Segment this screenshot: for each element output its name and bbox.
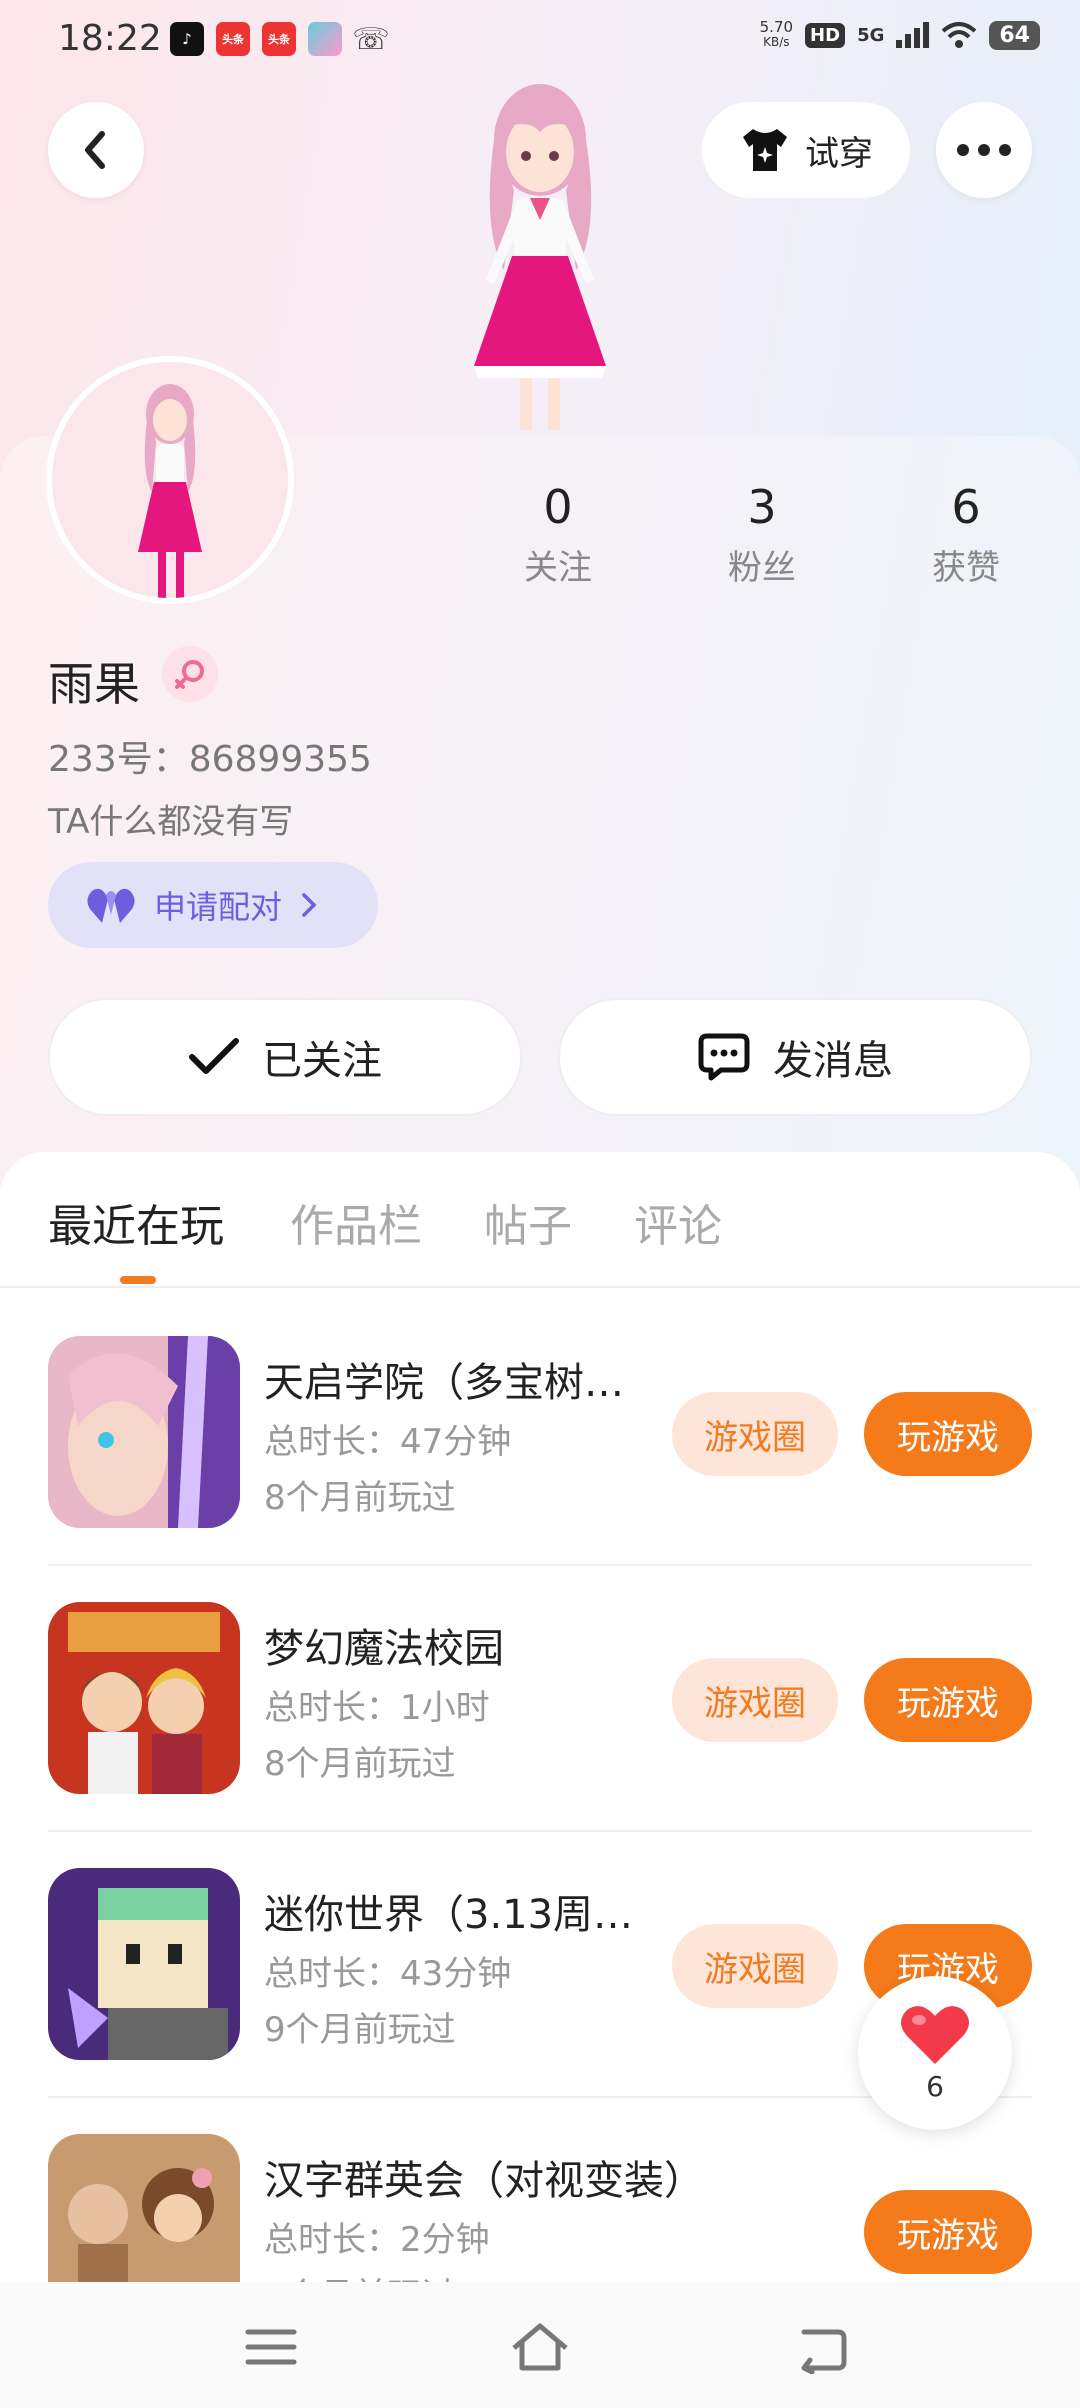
toutiao-icon: 头条 xyxy=(262,22,296,56)
message-button[interactable]: 发消息 xyxy=(558,998,1032,1116)
like-button[interactable]: 6 xyxy=(858,1976,1012,2130)
tab-recent-play[interactable]: 最近在玩 xyxy=(48,1190,224,1254)
more-dots-icon xyxy=(957,144,1011,156)
game-duration: 总时长：1小时 xyxy=(264,1688,490,1728)
game-title: 天启学院（多宝树… xyxy=(264,1360,624,1406)
chevron-left-icon xyxy=(85,131,105,169)
system-nav-bar xyxy=(0,2282,1080,2408)
play-game-button[interactable]: 玩游戏 xyxy=(864,2190,1032,2274)
game-duration: 总时长：43分钟 xyxy=(264,1954,512,1994)
game-last-played: 8个月前玩过 xyxy=(264,1744,456,1784)
stat-fans[interactable]: 3 粉丝 xyxy=(682,480,842,589)
tab-posts[interactable]: 帖子 xyxy=(484,1190,572,1254)
user-name: 雨果 xyxy=(48,657,140,711)
tab-indicator xyxy=(120,1276,156,1284)
net-speed: 5.70 KB/s xyxy=(760,20,793,50)
wifi-icon xyxy=(942,22,977,48)
tryon-label: 试穿 xyxy=(805,133,873,174)
stat-likes[interactable]: 6 获赞 xyxy=(886,480,1046,589)
chevron-right-icon xyxy=(302,893,317,917)
stat-label: 关注 xyxy=(524,548,592,588)
game-circle-button[interactable]: 游戏圈 xyxy=(672,1392,838,1476)
game-circle-button[interactable]: 游戏圈 xyxy=(672,1924,838,2008)
stat-label: 粉丝 xyxy=(728,548,796,588)
game-last-played: 8个月前玩过 xyxy=(264,1478,456,1518)
game-duration: 总时长：47分钟 xyxy=(264,1422,512,1462)
tryon-button[interactable]: 试穿 xyxy=(702,102,910,198)
stat-num: 6 xyxy=(951,480,981,534)
game-icon xyxy=(48,2134,240,2282)
play-game-button[interactable]: 玩游戏 xyxy=(864,1658,1032,1742)
list-item[interactable]: 天启学院（多宝树… 总时长：47分钟 8个月前玩过 游戏圈 玩游戏 xyxy=(0,1336,1080,1602)
followed-button[interactable]: 已关注 xyxy=(48,998,522,1116)
signal-icon xyxy=(896,22,930,48)
menu-icon[interactable] xyxy=(244,2320,298,2374)
stat-num: 3 xyxy=(747,480,777,534)
avatar-image xyxy=(52,362,288,598)
game-icon-image xyxy=(48,2134,240,2282)
game-icon xyxy=(48,1336,240,1528)
status-right: 5.70 KB/s HD 5G 64 xyxy=(760,20,1040,50)
list-item[interactable]: 汉字群英会（对视变装） 总时长：2分钟 9个月前玩过 玩游戏 xyxy=(0,2134,1080,2282)
tab-works[interactable]: 作品栏 xyxy=(290,1190,422,1254)
stat-num: 0 xyxy=(543,480,573,534)
more-button[interactable] xyxy=(936,102,1032,198)
back-nav-icon[interactable] xyxy=(796,2320,850,2374)
game-app-icon xyxy=(308,22,342,56)
female-icon xyxy=(162,646,218,702)
game-icon-image xyxy=(48,1602,240,1794)
pair-request-button[interactable]: 申请配对 xyxy=(48,862,378,948)
heart-icon xyxy=(901,2005,969,2064)
avatar[interactable] xyxy=(46,356,294,604)
signal-label: 5G xyxy=(857,24,885,46)
game-last-played: 9个月前玩过 xyxy=(264,2010,456,2050)
hd-icon: HD xyxy=(805,22,846,48)
game-duration: 总时长：2分钟 xyxy=(264,2220,490,2260)
followed-label: 已关注 xyxy=(262,1038,382,1084)
shirt-icon xyxy=(743,129,787,171)
home-icon[interactable] xyxy=(510,2320,570,2374)
like-count: 6 xyxy=(926,2069,944,2103)
heart-pair-icon xyxy=(87,888,135,923)
user-bio: TA什么都没有写 xyxy=(48,802,294,842)
game-icon-image xyxy=(48,1868,240,2060)
tiktok-icon: ♪ xyxy=(170,22,204,56)
net-speed-unit: KB/s xyxy=(763,35,790,49)
game-title: 汉字群英会（对视变装） xyxy=(264,2158,704,2204)
game-icon-image xyxy=(48,1336,240,1528)
chat-bubble-icon xyxy=(698,1033,750,1081)
game-title: 梦幻魔法校园 xyxy=(264,1626,504,1672)
battery-icon: 64 xyxy=(989,20,1040,50)
toutiao-icon: 头条 xyxy=(216,22,250,56)
game-circle-button[interactable]: 游戏圈 xyxy=(672,1658,838,1742)
notification-icons: ♪ 头条 头条 ☏ xyxy=(170,21,390,57)
tab-comments[interactable]: 评论 xyxy=(634,1190,722,1254)
game-title: 迷你世界（3.13周… xyxy=(264,1892,634,1938)
status-time: 18:22 xyxy=(58,18,162,59)
list-item[interactable]: 梦幻魔法校园 总时长：1小时 8个月前玩过 游戏圈 玩游戏 xyxy=(0,1602,1080,1868)
female-symbol xyxy=(175,660,204,689)
play-game-button[interactable]: 玩游戏 xyxy=(864,1392,1032,1476)
phone-icon: ☏ xyxy=(352,21,390,57)
stat-following[interactable]: 0 关注 xyxy=(478,480,638,589)
user-id: 233号：86899355 xyxy=(48,739,372,780)
divider xyxy=(48,1830,1032,1832)
avatar-3d xyxy=(474,84,606,430)
pair-label: 申请配对 xyxy=(154,888,283,926)
back-button[interactable] xyxy=(48,102,144,198)
status-bar: 18:22 ♪ 头条 头条 ☏ 5.70 KB/s HD 5G 64 xyxy=(0,0,1080,84)
message-label: 发消息 xyxy=(773,1038,893,1084)
divider xyxy=(48,1564,1032,1566)
check-icon xyxy=(189,1038,239,1074)
stat-label: 获赞 xyxy=(932,548,1000,588)
net-speed-value: 5.70 xyxy=(759,18,794,36)
game-icon xyxy=(48,1868,240,2060)
game-icon xyxy=(48,1602,240,1794)
game-last-played: 9个月前玩过 xyxy=(264,2268,456,2282)
